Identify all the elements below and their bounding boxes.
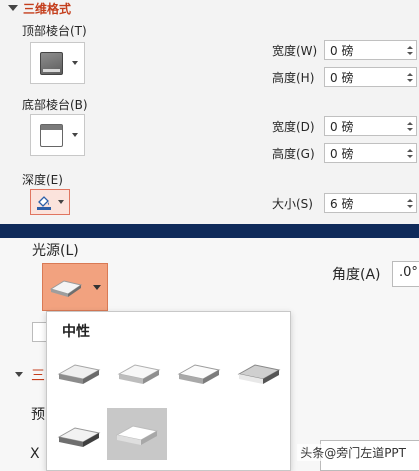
light-preset-icon <box>57 364 101 384</box>
chevron-down-icon <box>58 200 64 204</box>
arrow-up-icon[interactable] <box>407 121 413 125</box>
lighting-option-1[interactable] <box>49 347 109 399</box>
section-header-3d-format[interactable]: 三维格式 <box>8 0 71 16</box>
arrow-down-icon[interactable] <box>407 78 413 82</box>
lighting-option-4[interactable] <box>229 347 289 399</box>
bevel-preview-icon <box>40 123 63 147</box>
arrow-down-icon[interactable] <box>407 204 413 208</box>
chevron-down-icon <box>72 133 78 137</box>
top-width-value[interactable]: 0 磅 <box>325 42 404 59</box>
arrow-down-icon[interactable] <box>407 154 413 158</box>
spinner-arrows[interactable] <box>404 41 416 59</box>
spinner-arrows[interactable] <box>404 117 416 135</box>
bottom-bevel-button[interactable] <box>30 114 85 156</box>
paint-bucket-icon <box>37 196 51 210</box>
lighting-option-2[interactable] <box>109 347 169 399</box>
top-bevel-label: 顶部棱台(T) <box>22 24 87 38</box>
arrow-down-icon[interactable] <box>407 127 413 131</box>
top-width-label: 宽度(W) <box>272 44 318 58</box>
bottom-bevel-label: 底部棱台(B) <box>22 98 88 112</box>
arrow-up-icon[interactable] <box>407 198 413 202</box>
arrow-up-icon[interactable] <box>407 72 413 76</box>
depth-size-label: 大小(S) <box>272 197 313 211</box>
partial-preset-label: 预 <box>31 407 45 423</box>
angle-label: 角度(A) <box>332 267 381 283</box>
lighting-option-6[interactable] <box>107 408 167 460</box>
collapse-triangle-icon <box>15 372 23 377</box>
top-height-label: 高度(H) <box>272 71 315 85</box>
depth-label: 深度(E) <box>22 173 63 187</box>
depth-size-spinner[interactable]: 6 磅 <box>324 193 417 213</box>
lighting-preset-icon <box>49 280 83 297</box>
light-preset-icon <box>237 364 281 384</box>
depth-color-button[interactable] <box>30 189 70 215</box>
watermark-text: 头条@旁门左道PPT <box>297 444 409 461</box>
bottom-height-label: 高度(G) <box>272 147 315 161</box>
lighting-label: 光源(L) <box>32 243 79 259</box>
bottom-height-value[interactable]: 0 磅 <box>325 145 404 162</box>
bottom-width-spinner[interactable]: 0 磅 <box>324 116 417 136</box>
lighting-gallery: 中性 <box>46 311 291 471</box>
bottom-width-value[interactable]: 0 磅 <box>325 118 404 135</box>
arrow-up-icon[interactable] <box>407 148 413 152</box>
bevel-preview-icon <box>40 51 63 75</box>
arrow-down-icon[interactable] <box>407 51 413 55</box>
angle-input[interactable]: .0° <box>392 261 419 287</box>
depth-size-value[interactable]: 6 磅 <box>325 195 404 212</box>
bottom-width-label: 宽度(D) <box>272 120 315 134</box>
top-height-value[interactable]: 0 磅 <box>325 69 404 86</box>
lighting-dropdown-button[interactable] <box>42 263 108 311</box>
collapse-triangle-icon <box>8 5 18 11</box>
format-pane: 三维格式 顶部棱台(T) 宽度(W) 0 磅 高度(H) 0 磅 底部棱台(B)… <box>0 0 419 224</box>
light-preset-icon <box>115 425 159 445</box>
chevron-down-icon <box>72 61 78 65</box>
partial-control <box>32 322 46 342</box>
top-width-spinner[interactable]: 0 磅 <box>324 40 417 60</box>
spinner-arrows[interactable] <box>404 194 416 212</box>
light-preset-icon <box>177 364 221 384</box>
arrow-up-icon[interactable] <box>407 45 413 49</box>
lighting-option-5[interactable] <box>49 410 109 462</box>
top-bevel-button[interactable] <box>30 42 85 84</box>
lighting-option-3[interactable] <box>169 347 229 399</box>
spinner-arrows[interactable] <box>404 144 416 162</box>
top-height-spinner[interactable]: 0 磅 <box>324 67 417 87</box>
section-divider <box>0 224 419 238</box>
light-preset-icon <box>57 427 101 447</box>
light-preset-icon <box>117 364 161 384</box>
spinner-arrows[interactable] <box>404 68 416 86</box>
partial-x-label: X <box>30 446 40 462</box>
section-title: 三维格式 <box>23 1 72 16</box>
chevron-down-icon <box>93 284 101 290</box>
bottom-height-spinner[interactable]: 0 磅 <box>324 143 417 163</box>
partial-section-title: 三 <box>31 368 45 384</box>
gallery-group-title: 中性 <box>62 324 90 340</box>
